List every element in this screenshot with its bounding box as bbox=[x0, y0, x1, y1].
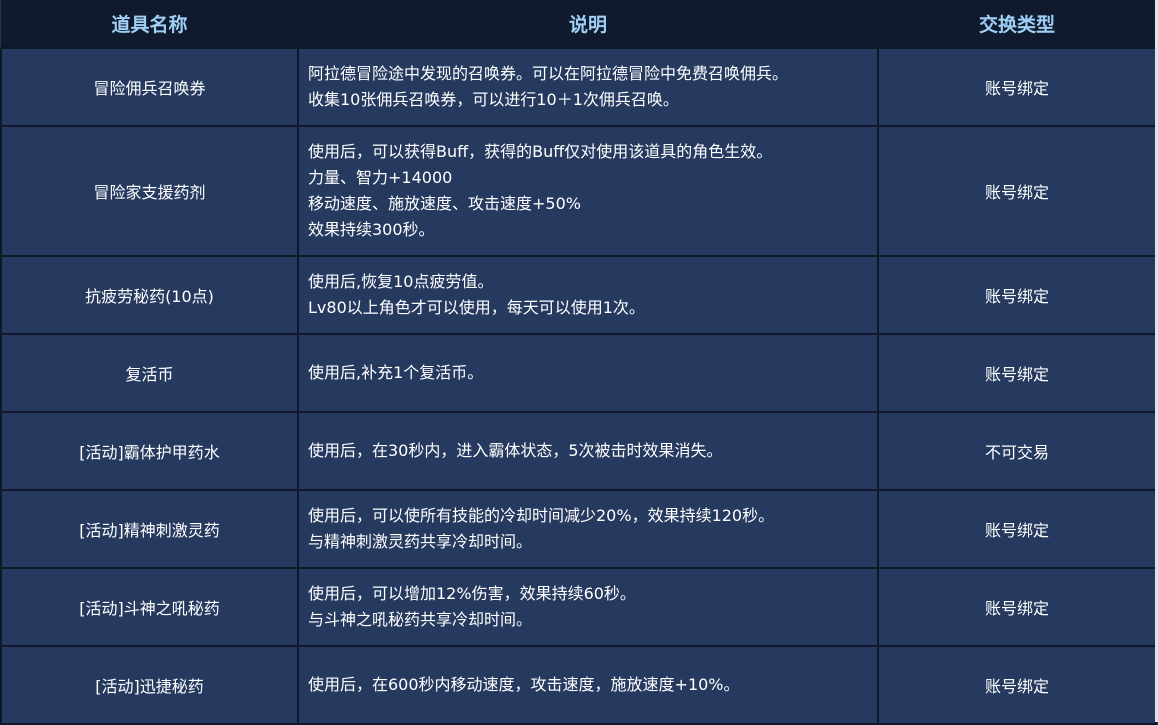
item-name: 复活币 bbox=[0, 333, 299, 413]
description-line: 使用后,补充1个复活币。 bbox=[308, 363, 484, 382]
exchange-type: 账号绑定 bbox=[877, 255, 1157, 335]
item-description: 使用后，可以获得Buff，获得的Buff仅对使用该道具的角色生效。 力量、智力+… bbox=[297, 125, 879, 257]
item-name: 冒险佣兵召唤券 bbox=[0, 47, 299, 127]
description-line: 移动速度、施放速度、攻击速度+50% bbox=[308, 194, 581, 213]
description-line: 与斗神之吼秘药共享冷却时间。 bbox=[308, 610, 533, 629]
description-line: 使用后，在30秒内，进入霸体状态，5次被击时效果消失。 bbox=[308, 441, 723, 460]
description-line: 使用后,恢复10点疲劳值。 bbox=[308, 272, 494, 291]
description-line: Lv80以上角色才可以使用，每天可以使用1次。 bbox=[308, 298, 645, 317]
header-description: 说明 bbox=[568, 14, 607, 36]
description-line: 使用后，在600秒内移动速度，攻击速度，施放速度+10%。 bbox=[308, 675, 740, 694]
description-line: 收集10张佣兵召唤券，可以进行10＋1次佣兵召唤。 bbox=[308, 90, 679, 109]
item-name: [活动]精神刺激灵药 bbox=[0, 489, 299, 569]
table-row: 复活币 使用后,补充1个复活币。 账号绑定 bbox=[0, 333, 1157, 413]
item-description: 使用后，在30秒内，进入霸体状态，5次被击时效果消失。 bbox=[297, 411, 879, 491]
header-item-name: 道具名称 bbox=[111, 14, 188, 36]
description-line: 力量、智力+14000 bbox=[308, 168, 453, 187]
table-body: 冒险佣兵召唤券 阿拉德冒险途中发现的召唤券。可以在阿拉德冒险中免费召唤佣兵。 收… bbox=[0, 47, 1157, 725]
exchange-type: 账号绑定 bbox=[877, 567, 1157, 647]
description-line: 使用后，可以使所有技能的冷却时间减少20%，效果持续120秒。 bbox=[308, 506, 775, 525]
item-name: [活动]斗神之吼秘药 bbox=[0, 567, 299, 647]
item-description: 使用后,恢复10点疲劳值。 Lv80以上角色才可以使用，每天可以使用1次。 bbox=[297, 255, 879, 335]
item-name: [活动]霸体护甲药水 bbox=[0, 411, 299, 491]
item-description: 使用后，在600秒内移动速度，攻击速度，施放速度+10%。 bbox=[297, 645, 879, 725]
item-description: 使用后,补充1个复活币。 bbox=[297, 333, 879, 413]
description-line: 与精神刺激灵药共享冷却时间。 bbox=[308, 532, 533, 551]
exchange-type: 账号绑定 bbox=[877, 489, 1157, 569]
header-exchange-type: 交换类型 bbox=[978, 14, 1055, 36]
exchange-type: 账号绑定 bbox=[877, 645, 1157, 725]
exchange-type: 账号绑定 bbox=[877, 125, 1157, 257]
item-name: 冒险家支援药剂 bbox=[0, 125, 299, 257]
item-name: 抗疲劳秘药(10点) bbox=[0, 255, 299, 335]
item-table: 道具名称 说明 交换类型 冒险佣兵召唤券 阿拉德冒险途中发现的召唤券。可以在阿拉… bbox=[0, 0, 1157, 725]
table-header: 道具名称 说明 交换类型 bbox=[1, 0, 1156, 48]
table-row: 抗疲劳秘药(10点) 使用后,恢复10点疲劳值。 Lv80以上角色才可以使用，每… bbox=[0, 255, 1157, 335]
description-line: 阿拉德冒险途中发现的召唤券。可以在阿拉德冒险中免费召唤佣兵。 bbox=[308, 64, 789, 83]
table-row: [活动]霸体护甲药水 使用后，在30秒内，进入霸体状态，5次被击时效果消失。 不… bbox=[0, 411, 1157, 491]
item-name: [活动]迅捷秘药 bbox=[0, 645, 299, 725]
exchange-type: 账号绑定 bbox=[877, 47, 1157, 127]
item-description: 阿拉德冒险途中发现的召唤券。可以在阿拉德冒险中免费召唤佣兵。 收集10张佣兵召唤… bbox=[297, 47, 879, 127]
exchange-type: 账号绑定 bbox=[877, 333, 1157, 413]
item-table-container: 道具名称 说明 交换类型 冒险佣兵召唤券 阿拉德冒险途中发现的召唤券。可以在阿拉… bbox=[0, 0, 1158, 725]
table-row: 冒险佣兵召唤券 阿拉德冒险途中发现的召唤券。可以在阿拉德冒险中免费召唤佣兵。 收… bbox=[0, 47, 1157, 127]
item-description: 使用后，可以增加12%伤害，效果持续60秒。 与斗神之吼秘药共享冷却时间。 bbox=[297, 567, 879, 647]
item-description: 使用后，可以使所有技能的冷却时间减少20%，效果持续120秒。 与精神刺激灵药共… bbox=[297, 489, 879, 569]
exchange-type: 不可交易 bbox=[877, 411, 1157, 491]
table-row: [活动]斗神之吼秘药 使用后，可以增加12%伤害，效果持续60秒。 与斗神之吼秘… bbox=[0, 567, 1157, 647]
header-row: 道具名称 说明 交换类型 bbox=[1, 0, 1156, 48]
table-row: 冒险家支援药剂 使用后，可以获得Buff，获得的Buff仅对使用该道具的角色生效… bbox=[0, 125, 1157, 257]
table-row: [活动]迅捷秘药 使用后，在600秒内移动速度，攻击速度，施放速度+10%。 账… bbox=[0, 645, 1157, 725]
description-line: 效果持续300秒。 bbox=[308, 220, 435, 239]
description-line: 使用后，可以获得Buff，获得的Buff仅对使用该道具的角色生效。 bbox=[308, 142, 773, 161]
table-row: [活动]精神刺激灵药 使用后，可以使所有技能的冷却时间减少20%，效果持续120… bbox=[0, 489, 1157, 569]
description-line: 使用后，可以增加12%伤害，效果持续60秒。 bbox=[308, 584, 636, 603]
